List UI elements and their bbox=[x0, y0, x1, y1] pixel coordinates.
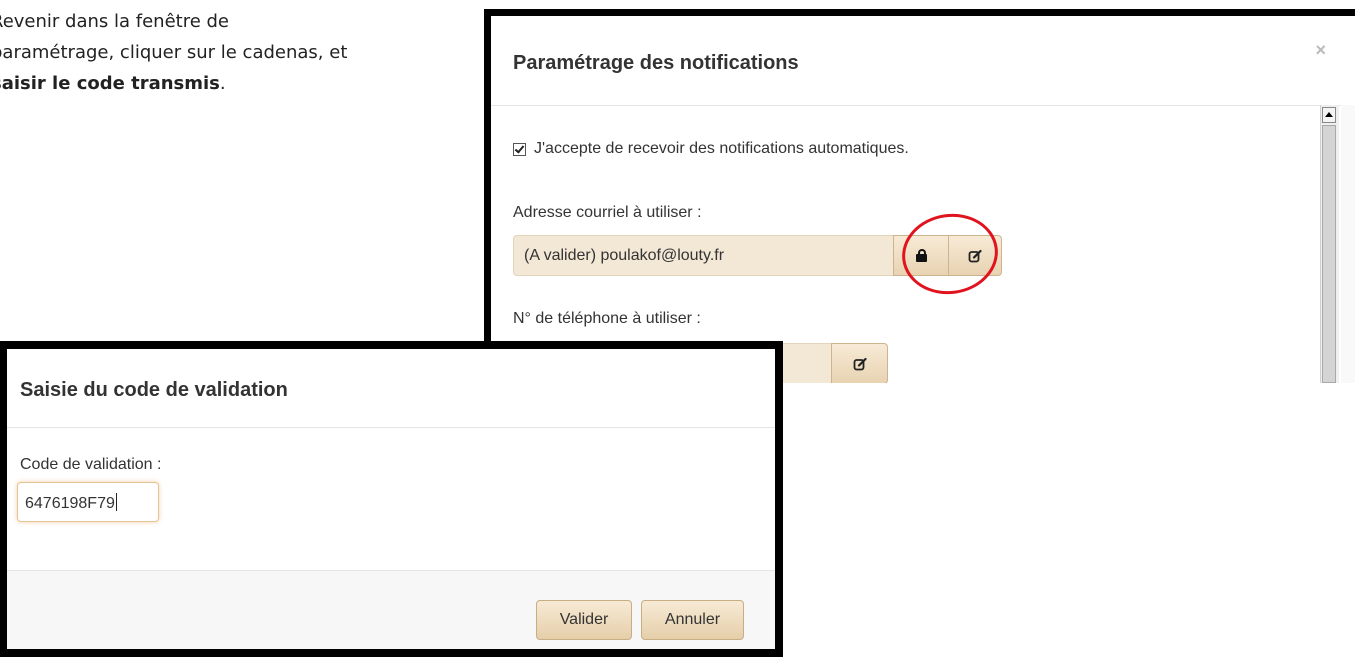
lock-icon bbox=[915, 249, 927, 262]
edit-icon bbox=[968, 249, 982, 262]
settings-dialog-header: Paramétrage des notifications × bbox=[491, 16, 1355, 106]
email-label: Adresse courriel à utiliser : bbox=[513, 204, 702, 221]
scroll-up-arrow-icon[interactable] bbox=[1322, 107, 1336, 123]
code-input[interactable]: 6476198F79 bbox=[17, 482, 159, 522]
text-caret bbox=[115, 493, 117, 511]
settings-dialog-frame: Paramétrage des notifications × J'accept… bbox=[484, 9, 1355, 383]
vertical-scrollbar[interactable] bbox=[1320, 105, 1339, 383]
header-divider bbox=[7, 427, 775, 428]
accept-notifications-row[interactable]: J'accepte de recevoir des notifications … bbox=[513, 140, 909, 158]
validate-button[interactable]: Valider bbox=[536, 600, 632, 640]
code-dialog-title: Saisie du code de validation bbox=[20, 379, 288, 401]
instruction-end: . bbox=[219, 73, 226, 94]
email-edit-button[interactable] bbox=[948, 235, 1002, 276]
code-dialog-frame: Saisie du code de validation Code de val… bbox=[0, 341, 783, 657]
lock-button[interactable] bbox=[893, 235, 949, 276]
settings-dialog-title: Paramétrage des notifications bbox=[513, 52, 799, 74]
edit-icon bbox=[853, 357, 867, 370]
code-dialog-footer: Valider Annuler bbox=[7, 570, 775, 649]
code-value: 6476198F79 bbox=[25, 495, 115, 512]
scroll-thumb[interactable] bbox=[1322, 125, 1336, 383]
accept-notifications-label: J'accepte de recevoir des notifications … bbox=[534, 140, 909, 157]
phone-label: N° de téléphone à utiliser : bbox=[513, 310, 701, 327]
accept-notifications-checkbox[interactable] bbox=[513, 142, 526, 156]
email-field[interactable]: (A valider) poulakof@louty.fr bbox=[513, 235, 893, 276]
instruction-line-1: Revenir dans la fenêtre de bbox=[0, 11, 229, 32]
instruction-text: Revenir dans la fenêtre de paramétrage, … bbox=[0, 6, 461, 99]
close-icon[interactable]: × bbox=[1315, 40, 1326, 61]
background-edge bbox=[1341, 105, 1355, 383]
code-dialog: Saisie du code de validation Code de val… bbox=[7, 349, 775, 649]
instruction-line-2: paramétrage, cliquer sur le cadenas, et bbox=[0, 42, 348, 63]
cancel-button[interactable]: Annuler bbox=[641, 600, 744, 640]
instruction-bold: saisir le code transmis bbox=[0, 73, 220, 94]
code-label: Code de validation : bbox=[20, 456, 162, 473]
settings-dialog: Paramétrage des notifications × J'accept… bbox=[491, 16, 1355, 383]
phone-edit-button[interactable] bbox=[831, 343, 888, 383]
